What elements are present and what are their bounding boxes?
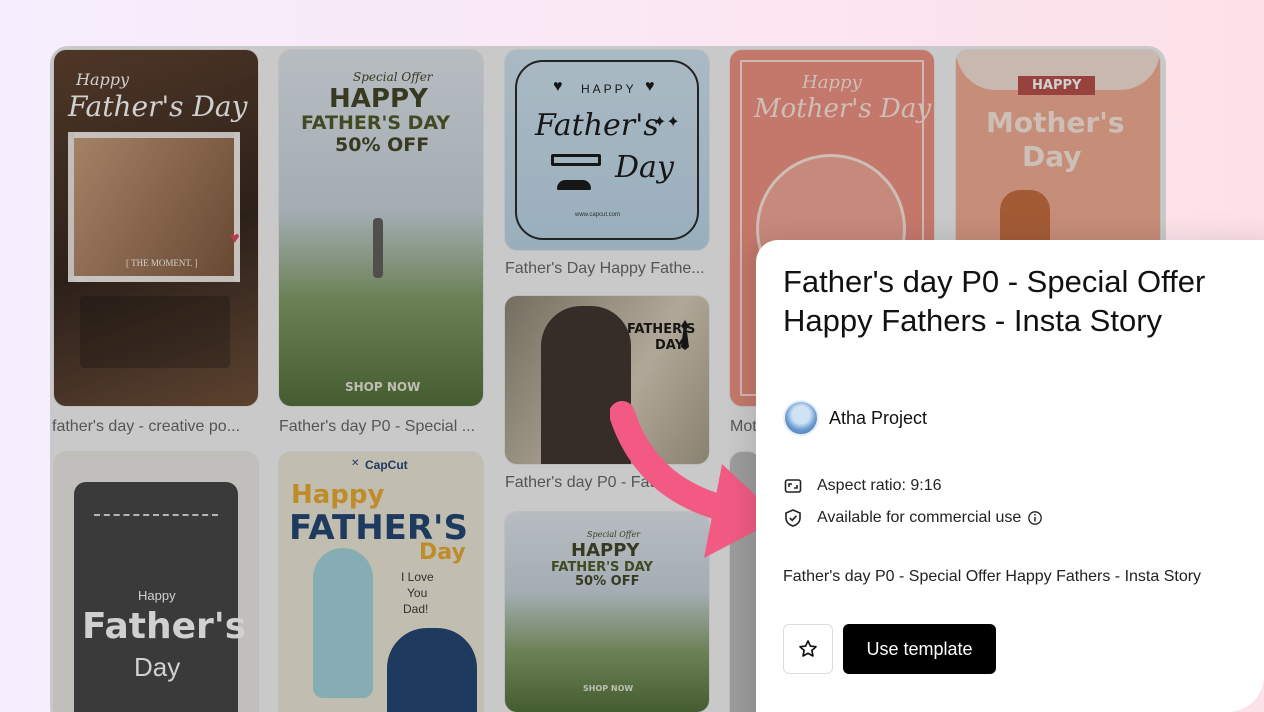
use-template-button[interactable]: Use template xyxy=(843,624,996,674)
template-card[interactable]: HAPPY ♥ ♥ Father's Day ✦✦ www.capcut.com xyxy=(505,50,709,250)
template-detail-panel: Father's day P0 - Special Offer Happy Fa… xyxy=(756,240,1264,712)
shield-check-icon xyxy=(785,509,801,527)
card-caption[interactable]: father's day - creative po... xyxy=(52,418,262,436)
author-row[interactable]: Atha Project xyxy=(783,400,927,436)
commercial-use-row: Available for commercial use xyxy=(783,508,1043,528)
author-name[interactable]: Atha Project xyxy=(829,408,927,429)
page-frame: Happy Father's Day [ THE MOMENT. ] ♥ fat… xyxy=(0,0,1264,712)
card-caption[interactable]: Father's Day Happy Fathe... xyxy=(505,260,715,278)
panel-title: Father's day P0 - Special Offer Happy Fa… xyxy=(783,264,1206,338)
commercial-use-text: Available for commercial use xyxy=(817,509,1022,526)
template-card[interactable]: ✕ CapCut Happy FATHER'S Day I Love You D… xyxy=(279,452,483,712)
template-card[interactable]: Happy Father's Day [ THE MOMENT. ] ♥ xyxy=(54,50,258,406)
info-icon[interactable] xyxy=(1027,510,1043,526)
aspect-ratio-text: Aspect ratio: 9:16 xyxy=(817,477,942,494)
template-description: Father's day P0 - Special Offer Happy Fa… xyxy=(783,568,1202,585)
star-icon xyxy=(799,640,817,657)
template-card[interactable]: Special Offer HAPPY FATHER'S DAY 50% OFF… xyxy=(279,50,483,406)
avatar[interactable] xyxy=(783,400,819,436)
aspect-ratio-row: Aspect ratio: 9:16 xyxy=(783,476,942,496)
template-card[interactable]: Happy Father's Day xyxy=(54,452,258,712)
aspect-ratio-icon xyxy=(784,479,802,493)
favorite-button[interactable] xyxy=(783,624,833,674)
card-caption[interactable]: Father's day P0 - Special ... xyxy=(279,418,489,436)
